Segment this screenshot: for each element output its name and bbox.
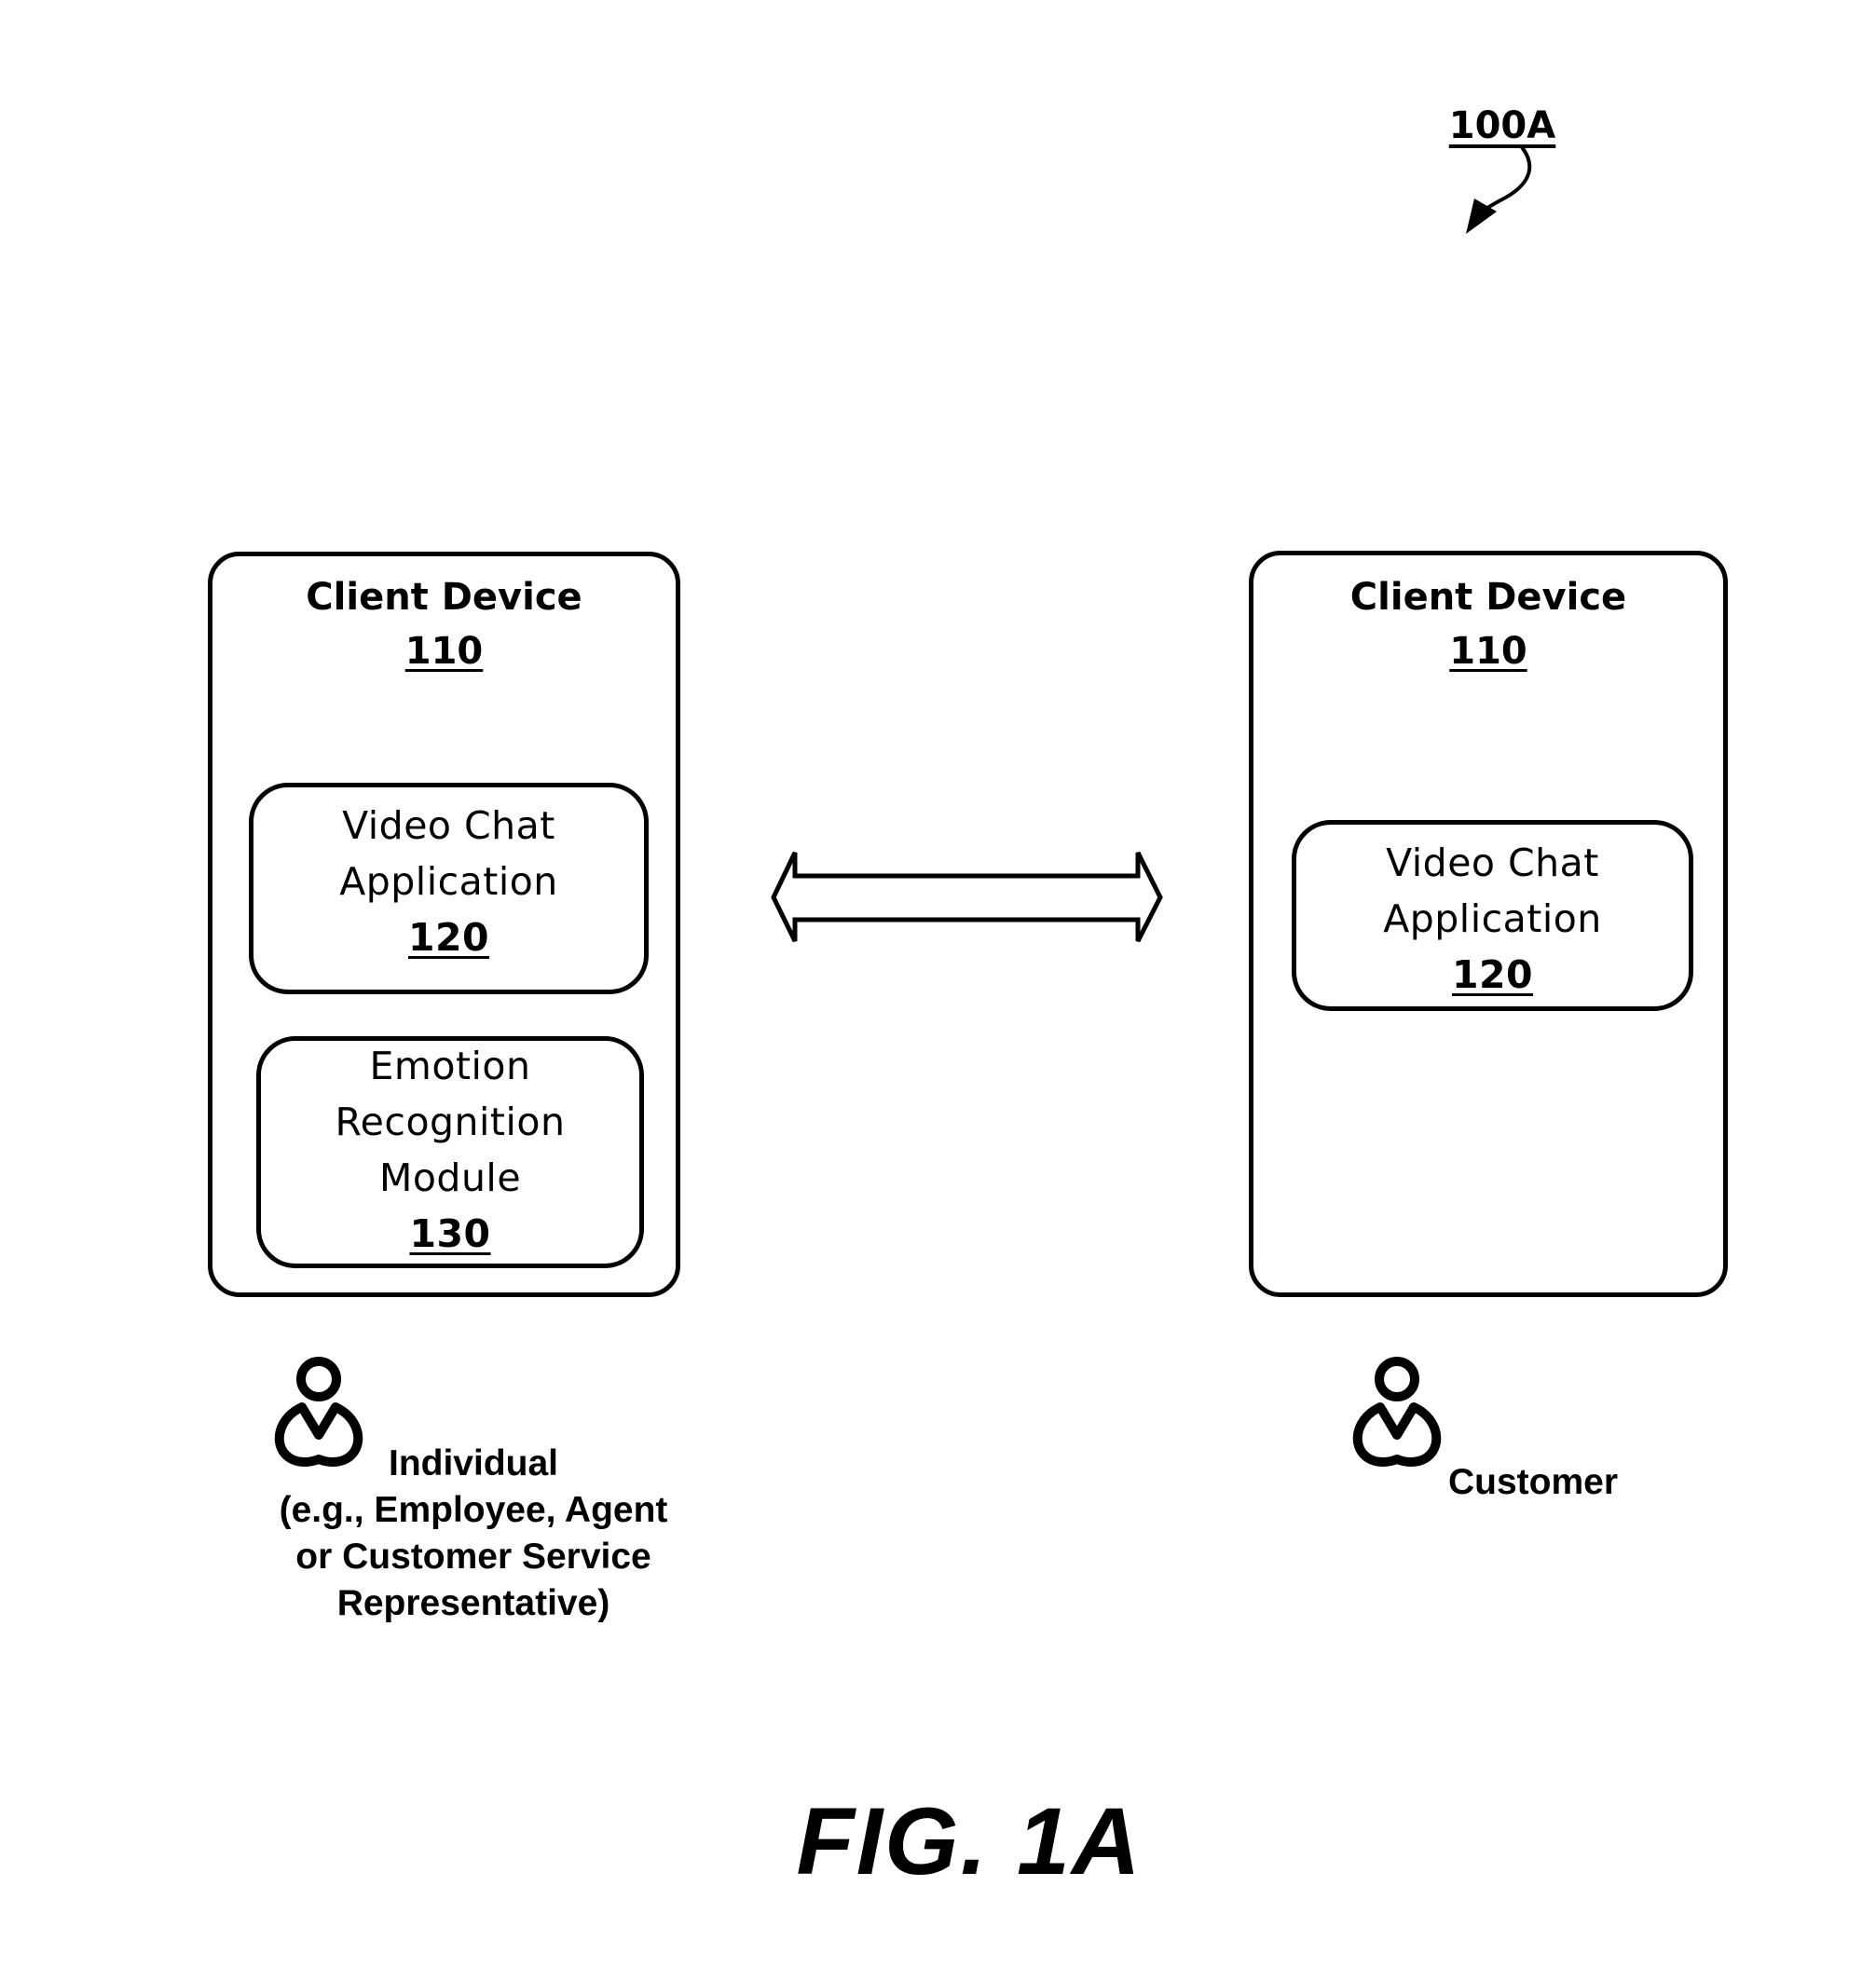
component-line: Application xyxy=(1383,896,1602,941)
right-device-ref: 110 xyxy=(1449,630,1527,673)
component-line: Module xyxy=(378,1155,522,1200)
component-ref: 120 xyxy=(1451,952,1534,997)
left-client-device-title: Client Device 110 xyxy=(208,570,680,678)
person-icon xyxy=(1352,1357,1442,1467)
individual-label-line: or Customer Service xyxy=(295,1537,651,1577)
customer-label: Customer xyxy=(1426,1459,1640,1506)
left-video-chat-app-label: Video Chat Application 120 xyxy=(249,798,649,965)
bidirectional-arrow xyxy=(771,851,1163,943)
individual-label-line: (e.g., Employee, Agent xyxy=(279,1490,668,1530)
customer-label-text: Customer xyxy=(1447,1462,1619,1502)
right-video-chat-app-label: Video Chat Application 120 xyxy=(1292,835,1693,1003)
right-device-title-text: Client Device xyxy=(1349,576,1627,619)
individual-label-line: Representative) xyxy=(336,1583,610,1623)
component-line: Recognition xyxy=(335,1100,566,1144)
component-ref: 120 xyxy=(407,915,490,960)
individual-label-line: Individual xyxy=(388,1443,558,1483)
figure-caption: FIG. 1A xyxy=(727,1787,1212,1896)
left-device-ref: 110 xyxy=(404,630,484,673)
left-device-title-text: Client Device xyxy=(306,576,582,619)
component-line: Application xyxy=(339,859,558,904)
emotion-recognition-module-label: Emotion Recognition Module 130 xyxy=(256,1038,644,1262)
figure-caption-text: FIG. 1A xyxy=(796,1788,1143,1894)
right-client-device-title: Client Device 110 xyxy=(1249,570,1728,678)
component-line: Video Chat xyxy=(342,803,555,848)
component-line: Video Chat xyxy=(1386,840,1599,885)
component-ref: 130 xyxy=(409,1211,491,1256)
individual-label: Individual (e.g., Employee, Agent or Cus… xyxy=(240,1441,706,1627)
component-line: Emotion xyxy=(369,1044,531,1088)
